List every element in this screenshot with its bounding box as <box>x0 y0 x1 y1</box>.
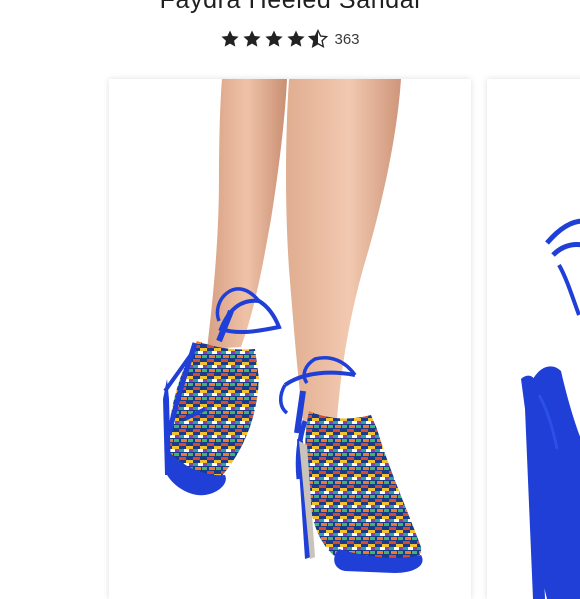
product-title: Faydra Heeled Sandal <box>159 0 421 14</box>
half-star-icon <box>308 29 329 48</box>
star-icon <box>287 30 306 47</box>
main-product-image[interactable] <box>109 79 471 599</box>
rating[interactable]: 363 <box>0 29 580 49</box>
rating-stars <box>220 29 329 49</box>
star-icon <box>243 30 262 47</box>
star-icon <box>221 30 240 47</box>
product-photo <box>109 79 471 599</box>
next-product-image[interactable] <box>487 79 580 599</box>
next-product-photo <box>487 79 580 599</box>
review-count[interactable]: 363 <box>334 31 359 48</box>
star-icon <box>265 30 284 47</box>
